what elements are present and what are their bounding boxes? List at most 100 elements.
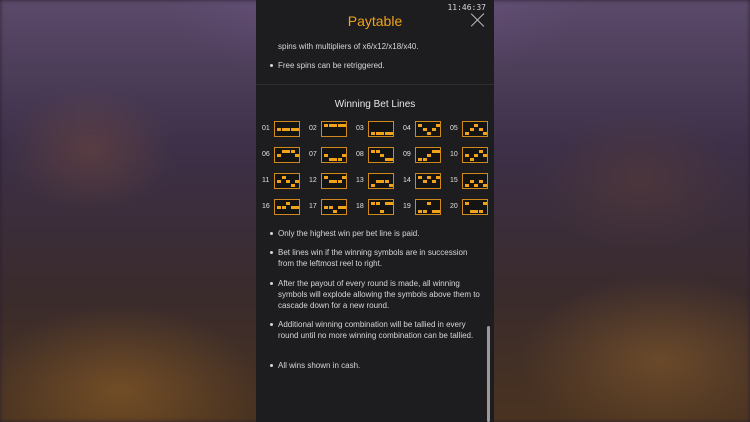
bet-line-cell — [389, 202, 394, 205]
bet-line-07: 07 — [309, 147, 356, 165]
bet-line-cell — [478, 210, 483, 213]
bet-line-01: 01 — [262, 121, 309, 139]
bet-line-pattern — [321, 199, 347, 215]
bet-line-cell — [431, 150, 436, 153]
bet-line-11: 11 — [262, 173, 309, 191]
bet-line-pattern — [415, 147, 441, 163]
bet-line-cell — [337, 124, 342, 127]
bet-line-cell — [281, 128, 286, 131]
bet-line-pattern — [368, 199, 394, 215]
bet-line-cell — [465, 132, 469, 135]
bullet-icon — [270, 232, 273, 235]
bet-line-number: 08 — [356, 151, 364, 158]
bet-line-cell — [371, 202, 375, 205]
bet-line-13: 13 — [356, 173, 403, 191]
bet-line-17: 17 — [309, 199, 356, 217]
bet-line-cell — [375, 180, 380, 183]
bet-line-pattern — [415, 121, 441, 137]
bet-line-cell — [342, 176, 347, 179]
bet-line-20: 20 — [450, 199, 494, 217]
bet-line-pattern — [462, 121, 488, 137]
bet-line-cell — [422, 158, 427, 161]
bet-line-pattern — [321, 147, 347, 163]
bet-line-cell — [286, 180, 291, 183]
bet-line-cell — [465, 184, 469, 187]
bet-line-16: 16 — [262, 199, 309, 217]
bet-line-number: 15 — [450, 177, 458, 184]
bet-line-10: 10 — [450, 147, 494, 165]
bet-line-15: 15 — [450, 173, 494, 191]
bet-line-cell — [380, 180, 385, 183]
bet-line-cell — [337, 206, 342, 209]
bet-line-cell — [483, 202, 488, 205]
bet-line-cell — [337, 158, 342, 161]
bet-line-number: 10 — [450, 151, 458, 158]
bet-line-cell — [295, 206, 300, 209]
bet-line-cell — [474, 154, 479, 157]
bet-line-cell — [371, 150, 375, 153]
bet-line-cell — [277, 128, 281, 131]
bet-line-cell — [277, 206, 281, 209]
bet-line-02: 02 — [309, 121, 356, 139]
scrollbar[interactable] — [487, 326, 490, 422]
bet-line-cell — [380, 132, 385, 135]
bet-line-cell — [422, 210, 427, 213]
bet-line-cell — [295, 154, 300, 157]
bet-line-cell — [465, 202, 469, 205]
paytable-content[interactable]: spins with multipliers of x6/x12/x18/x40… — [256, 40, 494, 422]
bet-line-cell — [384, 202, 389, 205]
bet-line-06: 06 — [262, 147, 309, 165]
bet-line-cell — [427, 154, 432, 157]
bet-line-05: 05 — [450, 121, 494, 139]
winning-bet-lines-title: Winning Bet Lines — [334, 99, 416, 110]
bet-line-number: 16 — [262, 203, 270, 210]
bet-line-number: 18 — [356, 203, 364, 210]
bet-line-pattern — [415, 173, 441, 189]
bet-line-cell — [469, 128, 474, 131]
bet-line-cell — [483, 154, 488, 157]
bet-line-number: 20 — [450, 203, 458, 210]
bet-line-cell — [418, 158, 422, 161]
bet-line-08: 08 — [356, 147, 403, 165]
bet-line-cell — [474, 210, 479, 213]
bet-line-cell — [286, 150, 291, 153]
bet-line-cell — [281, 150, 286, 153]
bet-line-number: 07 — [309, 151, 317, 158]
bet-line-cell — [469, 158, 474, 161]
bet-line-cell — [431, 210, 436, 213]
bet-line-cell — [380, 154, 385, 157]
bet-line-cell — [324, 154, 328, 157]
clock: 11:46:37 — [447, 3, 486, 12]
bet-line-cell — [465, 154, 469, 157]
bet-line-cell — [384, 132, 389, 135]
bet-line-04: 04 — [403, 121, 450, 139]
bet-line-number: 13 — [356, 177, 364, 184]
bet-line-cell — [427, 176, 432, 179]
rule-text: Additional winning combination will be t… — [278, 320, 474, 340]
close-icon[interactable] — [471, 13, 485, 27]
bet-line-pattern — [462, 173, 488, 189]
bet-line-cell — [328, 124, 333, 127]
divider — [256, 84, 494, 85]
bet-line-cell — [337, 180, 342, 183]
paytable-panel: Paytable 11:46:37 spins with multipliers… — [256, 0, 494, 422]
bet-line-number: 06 — [262, 151, 270, 158]
rule-item: After the payout of every round is made,… — [270, 278, 482, 311]
bet-line-cell — [375, 202, 380, 205]
bet-line-cell — [389, 158, 394, 161]
bet-line-cell — [371, 132, 375, 135]
bet-line-cell — [436, 150, 441, 153]
rule-text: Only the highest win per bet line is pai… — [278, 229, 420, 238]
bet-line-cell — [474, 124, 479, 127]
bet-line-pattern — [415, 199, 441, 215]
bullet-icon — [270, 282, 273, 285]
bet-line-cell — [436, 176, 441, 179]
bet-line-cell — [418, 124, 422, 127]
bet-line-cell — [436, 124, 441, 127]
retrigger-text: Free spins can be retriggered. — [278, 61, 385, 70]
bet-line-cell — [328, 158, 333, 161]
bet-line-number: 12 — [309, 177, 317, 184]
bet-line-cell — [328, 206, 333, 209]
bet-line-pattern — [274, 121, 300, 137]
bet-line-number: 14 — [403, 177, 411, 184]
